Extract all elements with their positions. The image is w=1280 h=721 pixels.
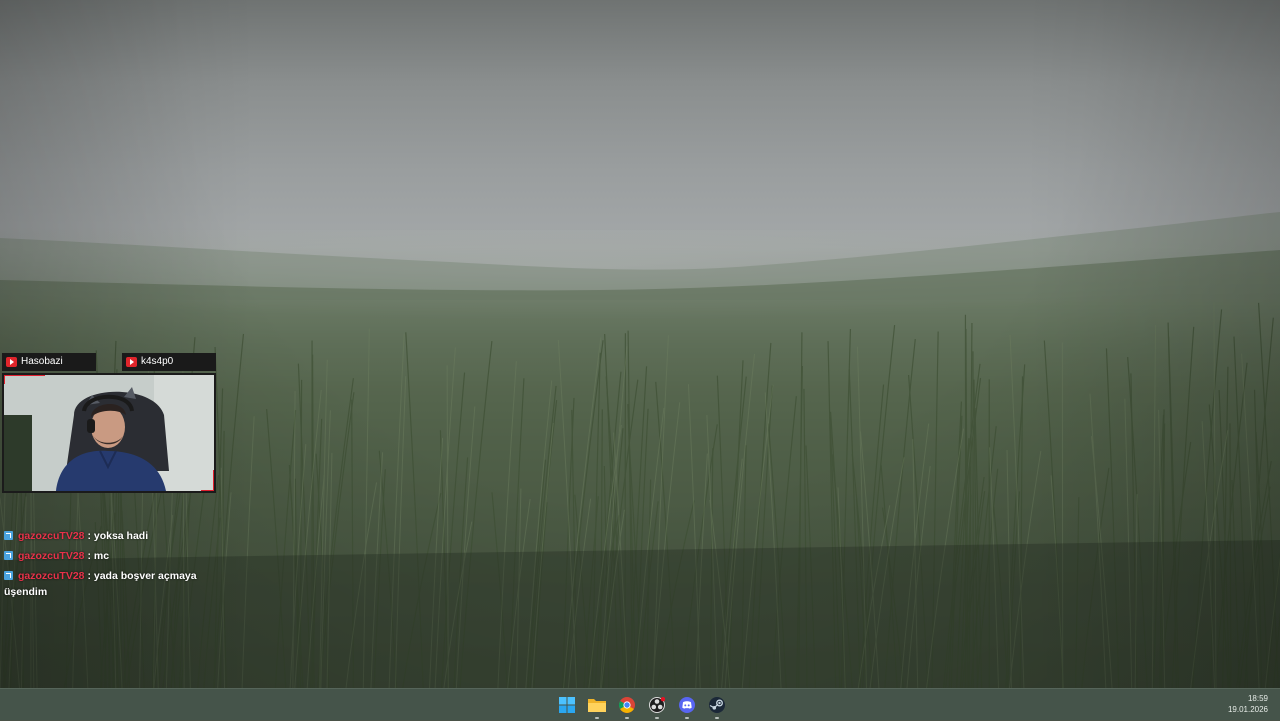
chat-overlay: gazozcuTV28 : yoksa hadi gazozcuTV28 : m… bbox=[4, 528, 214, 604]
chat-badge-icon bbox=[4, 551, 13, 560]
cam-label-left: Hasobazi bbox=[2, 353, 96, 371]
chat-message: gazozcuTV28 : yada boşver açmaya üşendim bbox=[4, 568, 214, 600]
cam-label-text: k4s4p0 bbox=[141, 356, 174, 367]
taskbar-pinned-apps bbox=[552, 689, 732, 721]
steam-button[interactable] bbox=[702, 689, 732, 721]
youtube-icon bbox=[126, 357, 137, 367]
chat-badge-icon bbox=[4, 531, 13, 540]
start-button[interactable] bbox=[552, 689, 582, 721]
steam-icon bbox=[709, 697, 725, 713]
obs-button[interactable] bbox=[642, 689, 672, 721]
chat-badge-icon bbox=[4, 571, 13, 580]
chat-username: gazozcuTV28 bbox=[18, 550, 85, 562]
cam-label-right: k4s4p0 bbox=[122, 353, 216, 371]
chat-message: gazozcuTV28 : mc bbox=[4, 548, 214, 564]
file-explorer-button[interactable] bbox=[582, 689, 612, 721]
chat-text: : yoksa hadi bbox=[84, 530, 149, 542]
chat-message: gazozcuTV28 : yoksa hadi bbox=[4, 528, 214, 544]
system-clock[interactable]: 18:59 19.01.2026 bbox=[1228, 693, 1268, 715]
webcam-feed bbox=[2, 373, 216, 493]
chrome-button[interactable] bbox=[612, 689, 642, 721]
discord-icon bbox=[679, 697, 695, 713]
start-icon bbox=[559, 697, 575, 713]
cam-label-text: Hasobazi bbox=[21, 356, 63, 367]
obs-icon bbox=[649, 697, 665, 713]
chrome-icon bbox=[619, 697, 635, 713]
clock-time: 18:59 bbox=[1247, 694, 1268, 703]
clock-date: 19.01.2026 bbox=[1227, 705, 1268, 714]
taskbar: 18:59 19.01.2026 bbox=[0, 688, 1280, 720]
file-explorer-icon bbox=[588, 699, 606, 712]
youtube-icon bbox=[6, 357, 17, 367]
discord-button[interactable] bbox=[672, 689, 702, 721]
chat-text: : mc bbox=[84, 550, 110, 562]
webcam-image bbox=[4, 375, 214, 491]
chat-username: gazozcuTV28 bbox=[18, 530, 85, 542]
chat-username: gazozcuTV28 bbox=[18, 570, 85, 582]
